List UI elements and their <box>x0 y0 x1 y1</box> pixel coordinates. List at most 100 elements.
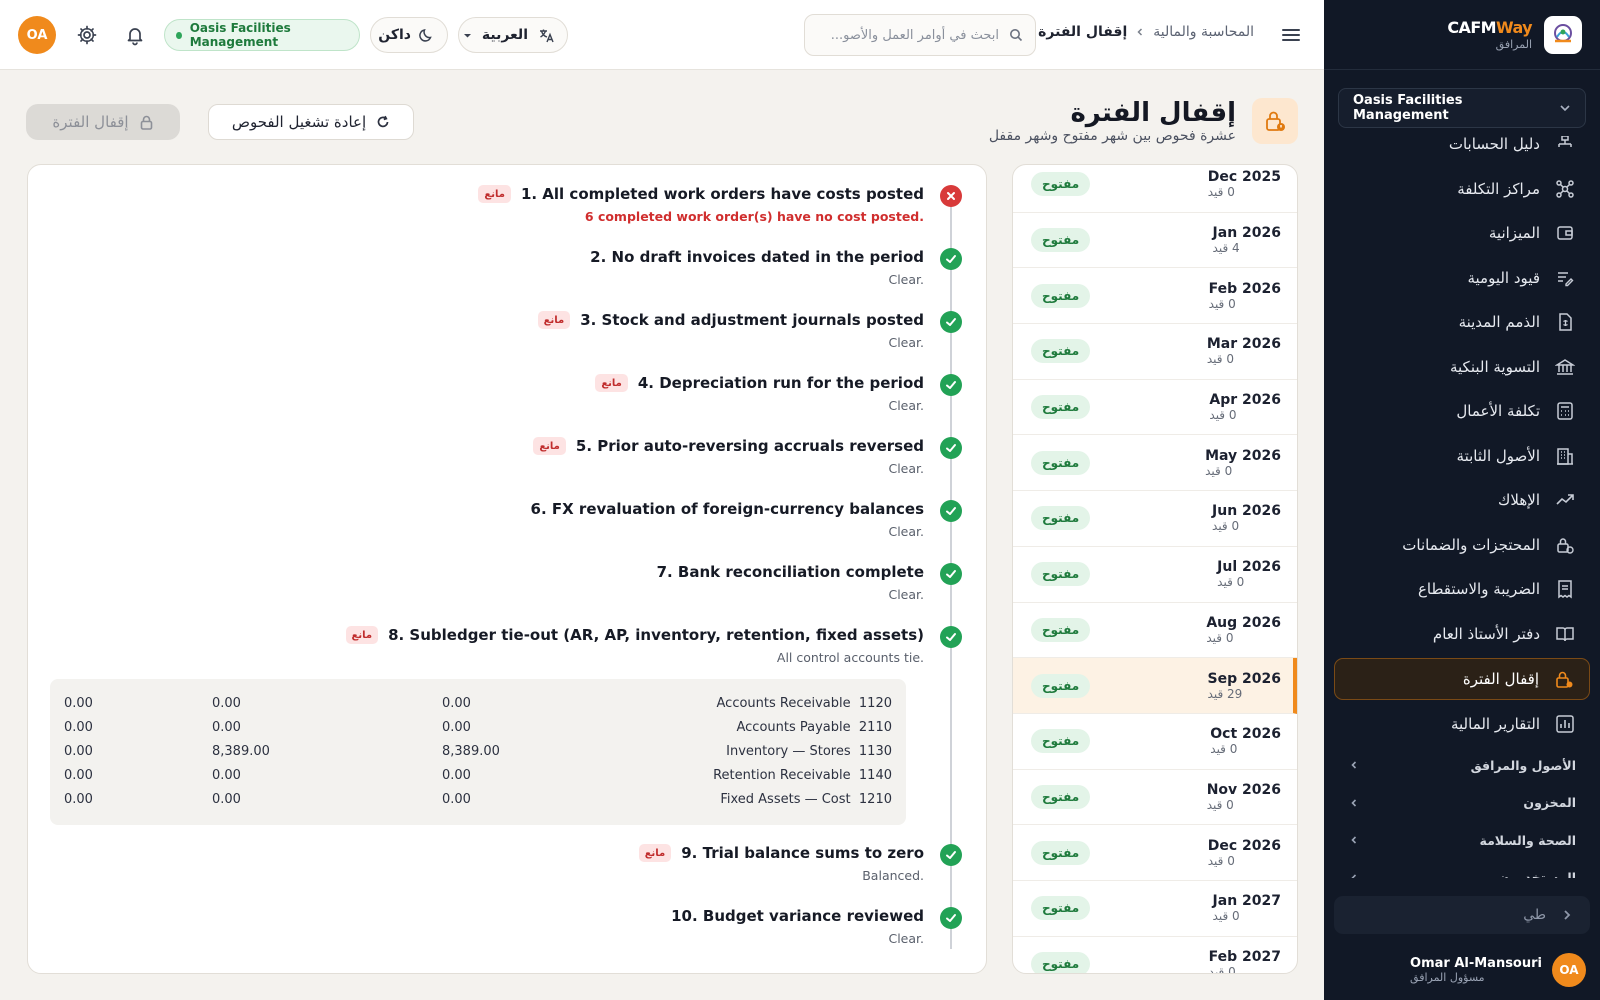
bell-icon[interactable] <box>124 24 146 46</box>
blocker-badge: مانع <box>595 374 628 392</box>
tieout-difference: 0.00 <box>64 695 93 711</box>
sidebar-item[interactable]: مراكز التكلفة <box>1324 167 1600 212</box>
language-selector[interactable]: العربية <box>458 17 568 53</box>
check-title-text: 3. Stock and adjustment journals posted <box>580 311 924 329</box>
sidebar-group-label: الأصول والمرافق <box>1470 757 1576 773</box>
check-circle-icon <box>940 907 962 929</box>
sidebar-item[interactable]: دليل الحسابات <box>1324 136 1600 167</box>
hamburger-menu-icon[interactable] <box>1280 24 1302 46</box>
check-note: Clear. <box>888 587 924 602</box>
period-row[interactable]: Feb 2026 0 قيد مفتوح <box>1013 268 1297 325</box>
sidebar-item[interactable]: الميزانية <box>1324 211 1600 256</box>
sidebar-item-label: قيود اليومية <box>1467 268 1540 287</box>
gear-icon[interactable] <box>76 24 98 46</box>
period-row[interactable]: Jan 2027 0 قيد مفتوح <box>1013 881 1297 937</box>
period-status-badge: مفتوح <box>1031 450 1091 475</box>
chart-icon <box>1554 713 1576 735</box>
sidebar-item[interactable]: تكلفة الأعمال <box>1324 389 1600 434</box>
sidebar-item-label: مراكز التكلفة <box>1457 179 1540 198</box>
org-selector[interactable]: Oasis Facilities Management <box>1338 88 1586 128</box>
period-info: Nov 2026 0 قيد <box>1207 782 1281 812</box>
chevron-left-icon <box>1348 759 1360 771</box>
period-row[interactable]: Dec 2026 0 قيد مفتوح <box>1013 825 1297 881</box>
search-input[interactable]: ابحث في أوامر العمل والأصو... <box>804 14 1036 56</box>
tieout-account-name: Inventory — Stores <box>726 743 851 759</box>
sidebar-item[interactable]: الضريبة والاستقطاع <box>1324 567 1600 612</box>
period-entry-count: 0 قيد <box>1209 408 1237 423</box>
period-info: Dec 2025 0 قيد <box>1208 169 1281 199</box>
period-row[interactable]: Sep 2026 29 قيد مفتوح <box>1013 658 1297 714</box>
sidebar-item[interactable]: الإهلاك <box>1324 478 1600 523</box>
lock-shield-icon <box>1554 534 1576 556</box>
brand-name: CAFMWay <box>1447 18 1532 37</box>
sidebar-group[interactable]: المستخدمون <box>1324 859 1600 878</box>
period-row[interactable]: Dec 2025 0 قيد مفتوح <box>1013 165 1297 213</box>
sidebar-item[interactable]: إقفال الفترة <box>1334 658 1590 700</box>
close-period-button[interactable]: إقفال الفترة <box>26 104 180 140</box>
avatar[interactable]: OA <box>18 16 56 54</box>
period-row[interactable]: Jan 2026 4 قيد مفتوح <box>1013 213 1297 269</box>
period-row[interactable]: Mar 2026 0 قيد مفتوح <box>1013 324 1297 380</box>
period-row[interactable]: Oct 2026 0 قيد مفتوح <box>1013 714 1297 770</box>
blocker-badge: مانع <box>537 311 571 329</box>
period-row[interactable]: Apr 2026 0 قيد مفتوح <box>1013 380 1297 436</box>
rerun-checks-button[interactable]: إعادة تشغيل الفحوص <box>208 104 414 140</box>
period-entry-count: 0 قيد <box>1208 296 1236 311</box>
period-row[interactable]: Feb 2027 0 قيد مفتوح <box>1013 937 1297 973</box>
period-entry-count: 0 قيد <box>1206 797 1234 812</box>
period-entry-count: 0 قيد <box>1206 630 1234 645</box>
blocker-badge: مانع <box>345 626 379 644</box>
brand-logo-icon <box>1544 15 1582 54</box>
sidebar-item[interactable]: دفتر الأستاذ العام <box>1324 612 1600 657</box>
check-note: Clear. <box>888 272 924 287</box>
period-info: Aug 2026 0 قيد <box>1206 615 1281 645</box>
sidebar-item-label: المحتجزات والضمانات <box>1402 535 1540 554</box>
sidebar-item-label: دفتر الأستاذ العام <box>1432 624 1540 643</box>
period-info: Feb 2026 0 قيد <box>1209 281 1281 311</box>
period-row[interactable]: Jun 2026 0 قيد مفتوح <box>1013 491 1297 547</box>
period-row[interactable]: May 2026 0 قيد مفتوح <box>1013 435 1297 492</box>
period-month: Jul 2026 <box>1217 559 1281 576</box>
moon-icon <box>419 27 435 43</box>
period-month: Jun 2026 <box>1212 503 1281 520</box>
tieout-gl-balance: 0.00 <box>212 767 241 783</box>
sidebar-item[interactable]: التسوية البنكية <box>1324 345 1600 390</box>
check-circle-icon <box>940 437 962 459</box>
check-title-text: 2. No draft invoices dated in the period <box>590 248 924 266</box>
period-status-badge: مفتوح <box>1031 784 1091 809</box>
period-status-badge: مفتوح <box>1031 562 1091 587</box>
tieout-account-code: 1130 <box>858 743 892 759</box>
sidebar-item[interactable]: الذمم المدينة <box>1324 300 1600 345</box>
sidebar-group[interactable]: الأصول والمرافق <box>1324 747 1600 785</box>
sidebar-group[interactable]: الصحة والسلامة <box>1324 822 1600 860</box>
theme-toggle[interactable]: داكن <box>370 17 448 53</box>
tieout-gl-balance: 0.00 <box>212 695 241 711</box>
period-row[interactable]: Jul 2026 0 قيد مفتوح <box>1013 547 1297 603</box>
period-row[interactable]: Aug 2026 0 قيد مفتوح <box>1013 603 1297 659</box>
period-entry-count: 0 قيد <box>1205 463 1233 478</box>
trend-down-icon <box>1554 489 1576 511</box>
sidebar-item[interactable]: قيود اليومية <box>1324 256 1600 301</box>
tieout-subledger-balance: 8,389.00 <box>442 743 500 759</box>
period-status-badge: مفتوح <box>1031 395 1091 420</box>
sidebar-group[interactable]: المخزون <box>1324 784 1600 822</box>
tieout-account-name: Accounts Payable <box>736 719 851 735</box>
check-title: مانع 5. Prior auto-reversing accruals rev… <box>533 437 924 455</box>
period-row[interactable]: Nov 2026 0 قيد مفتوح <box>1013 770 1297 826</box>
check-note: Clear. <box>888 335 924 350</box>
check-note: Clear. <box>888 524 924 539</box>
period-month: Aug 2026 <box>1206 614 1281 631</box>
check-note: Clear. <box>888 931 924 946</box>
period-info: Oct 2026 0 قيد <box>1210 726 1281 756</box>
sidebar-item[interactable]: التقارير المالية <box>1324 702 1600 747</box>
table-row: 0.00 0.00 0.00 Accounts Payable 2110 <box>64 715 892 739</box>
table-row: 0.00 0.00 0.00 Accounts Receivable 1120 <box>64 691 892 715</box>
sidebar-item[interactable]: الأصول الثابتة <box>1324 434 1600 479</box>
breadcrumb-parent[interactable]: المحاسبة والمالية <box>1153 24 1254 40</box>
sidebar-item[interactable]: المحتجزات والضمانات <box>1324 523 1600 568</box>
period-status-badge: مفتوح <box>1031 840 1091 865</box>
user-profile[interactable]: OA Omar Al-Mansouri مسؤول المرافق <box>1336 952 1586 988</box>
collapse-sidebar-button[interactable]: طي <box>1334 896 1590 934</box>
lock-icon <box>1553 668 1575 690</box>
brand[interactable]: CAFMWay المرافق <box>1324 0 1600 70</box>
